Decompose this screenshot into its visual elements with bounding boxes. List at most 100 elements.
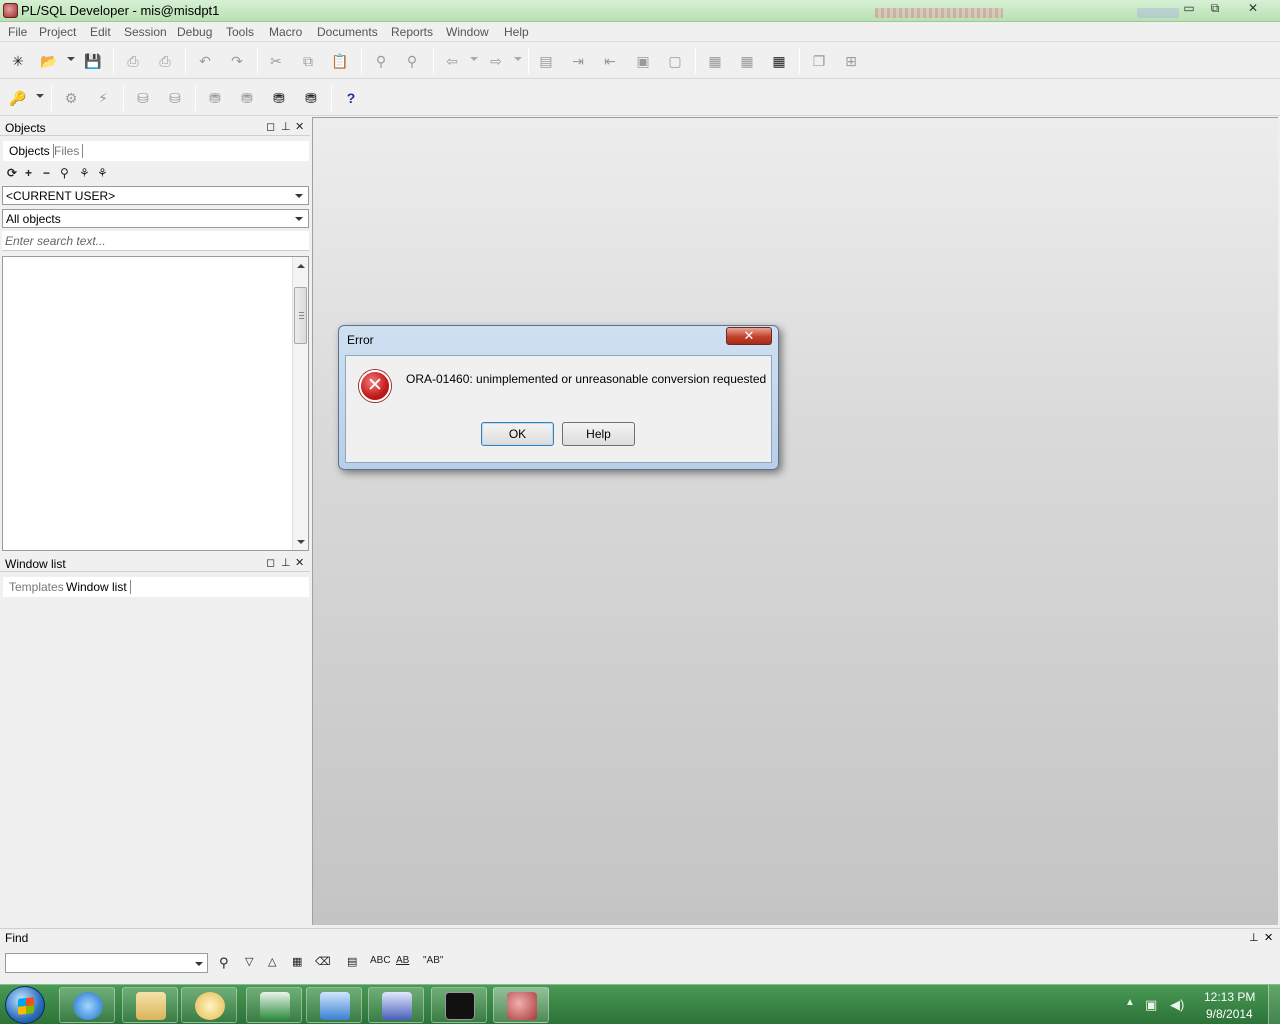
taskbar-command-prompt[interactable] [431, 987, 487, 1023]
import-icon[interactable]: ⇦ [443, 52, 461, 70]
chevron-down-icon[interactable] [295, 194, 303, 198]
lowercase-icon[interactable]: ▢ [666, 52, 684, 70]
execute-gear-icon[interactable]: ⚙ [62, 89, 80, 107]
mdi-workspace[interactable] [312, 117, 1278, 925]
scroll-up-icon[interactable] [297, 264, 305, 268]
sql-trace-icon[interactable]: ⛃ [238, 89, 256, 107]
scroll-down-icon[interactable] [297, 540, 305, 544]
highlight-icon[interactable]: ▦ [292, 955, 302, 968]
windows-start-icon[interactable] [5, 986, 45, 1024]
clock-date[interactable]: 9/8/2014 [1206, 1007, 1253, 1021]
restore-button[interactable]: ⧉ [1202, 0, 1228, 18]
tree-scrollbar[interactable] [292, 257, 308, 550]
export-icon[interactable]: ⇨ [487, 52, 505, 70]
ok-button[interactable]: OK [481, 422, 554, 446]
menu-session[interactable]: Session [124, 25, 167, 39]
pin-icon[interactable]: ⊥ [1249, 931, 1259, 944]
menu-project[interactable]: Project [39, 25, 76, 39]
close-panel-icon[interactable]: ✕ [295, 120, 304, 133]
show-hidden-icons-icon[interactable]: ▲ [1125, 997, 1135, 1008]
help-button[interactable]: Help [562, 422, 635, 446]
collapse-icon[interactable]: − [43, 166, 50, 180]
selection-icon[interactable]: ▤ [347, 955, 357, 968]
cut-icon[interactable]: ✂ [267, 52, 285, 70]
redo-icon[interactable]: ↷ [228, 52, 246, 70]
menu-macro[interactable]: Macro [269, 25, 302, 39]
find-icon[interactable]: ⚲ [372, 52, 390, 70]
menu-debug[interactable]: Debug [177, 25, 212, 39]
find-input[interactable] [5, 953, 208, 973]
menu-documents[interactable]: Documents [317, 25, 378, 39]
taskbar-remote-app[interactable] [306, 987, 362, 1023]
expand-icon[interactable]: + [25, 166, 32, 180]
float-panel-icon[interactable]: ◻ [266, 120, 275, 133]
whole-word-button[interactable]: AB [396, 955, 409, 966]
pin-icon[interactable]: ⊥ [281, 556, 291, 569]
undo-icon[interactable]: ↶ [196, 52, 214, 70]
sql-window-icon[interactable]: ⛃ [270, 89, 288, 107]
window-list-icon[interactable]: ▦ [738, 52, 756, 70]
taskbar-excel[interactable] [246, 987, 302, 1023]
help-icon[interactable]: ? [342, 89, 360, 107]
uppercase-icon[interactable]: ▣ [634, 52, 652, 70]
case-sensitive-button[interactable]: ABC [370, 955, 391, 966]
menu-file[interactable]: File [8, 25, 27, 39]
logon-dropdown-icon[interactable] [36, 94, 44, 98]
scroll-thumb[interactable] [294, 287, 307, 344]
find-object-icon[interactable]: ⚲ [60, 166, 69, 180]
cascade-icon[interactable]: ❐ [810, 52, 828, 70]
rollback-icon[interactable]: ⛁ [166, 89, 184, 107]
open-dropdown-icon[interactable] [67, 57, 75, 61]
unindent-icon[interactable]: ⇤ [601, 52, 619, 70]
chevron-down-icon[interactable] [295, 217, 303, 221]
chevron-down-icon[interactable] [195, 962, 203, 966]
float-panel-icon[interactable]: ◻ [266, 556, 275, 569]
indent-icon[interactable]: ⇥ [569, 52, 587, 70]
command-window-icon[interactable]: ⛃ [302, 89, 320, 107]
menu-tools[interactable]: Tools [226, 25, 254, 39]
object-tree[interactable] [2, 256, 309, 551]
break-icon[interactable]: ⚡ [94, 89, 112, 107]
user-select[interactable]: <CURRENT USER> [2, 186, 309, 205]
commit-icon[interactable]: ⛁ [134, 89, 152, 107]
tab-files[interactable]: Files [54, 144, 84, 158]
refresh-icon[interactable]: ⟳ [7, 166, 17, 180]
find-previous-icon[interactable]: △ [268, 955, 276, 968]
taskbar-outlook[interactable] [181, 987, 237, 1023]
show-desktop-button[interactable] [1268, 985, 1280, 1024]
dialog-close-button[interactable]: ✕ [726, 327, 772, 345]
tab-templates[interactable]: Templates [9, 580, 67, 594]
regex-button[interactable]: "AB" [423, 955, 443, 966]
object-type-select[interactable]: All objects [2, 209, 309, 228]
taskbar-file-explorer[interactable] [122, 987, 178, 1023]
network-icon[interactable]: ▣ [1145, 997, 1157, 1013]
filter-edit-icon[interactable]: ⚘ [97, 166, 108, 180]
print-preview-icon[interactable]: ⎙ [156, 52, 174, 70]
export-dropdown-icon[interactable] [514, 57, 522, 61]
tile-icon[interactable]: ⊞ [842, 52, 860, 70]
tab-window-list[interactable]: Window list [66, 580, 131, 594]
taskbar-internet-explorer[interactable] [59, 987, 115, 1023]
menu-help[interactable]: Help [504, 25, 529, 39]
menu-reports[interactable]: Reports [391, 25, 433, 39]
print-icon[interactable]: ⎙ [124, 52, 142, 70]
paste-icon[interactable]: 📋 [331, 52, 349, 70]
logon-key-icon[interactable]: 🔑 [9, 89, 27, 107]
find-binoculars-icon[interactable]: ⚲ [219, 955, 229, 971]
taskbar-plsql-developer[interactable] [493, 987, 549, 1023]
pin-icon[interactable]: ⊥ [281, 120, 291, 133]
find-next-icon[interactable]: ▽ [245, 955, 253, 968]
tab-objects[interactable]: Objects [9, 144, 54, 158]
taskbar-network-app[interactable] [368, 987, 424, 1023]
plsql-developer-app-icon[interactable] [3, 3, 18, 18]
object-search-input[interactable]: Enter search text... [2, 231, 309, 251]
replace-icon[interactable]: ⚲ [403, 52, 421, 70]
explain-plan-icon[interactable]: ⛃ [206, 89, 224, 107]
comment-icon[interactable]: ▤ [537, 52, 555, 70]
new-icon[interactable]: ✳ [9, 52, 27, 70]
clock-time[interactable]: 12:13 PM [1204, 990, 1255, 1004]
close-panel-icon[interactable]: ✕ [295, 556, 304, 569]
filter-icon[interactable]: ⚘ [79, 166, 90, 180]
import-dropdown-icon[interactable] [470, 57, 478, 61]
save-icon[interactable]: 💾 [84, 52, 102, 70]
